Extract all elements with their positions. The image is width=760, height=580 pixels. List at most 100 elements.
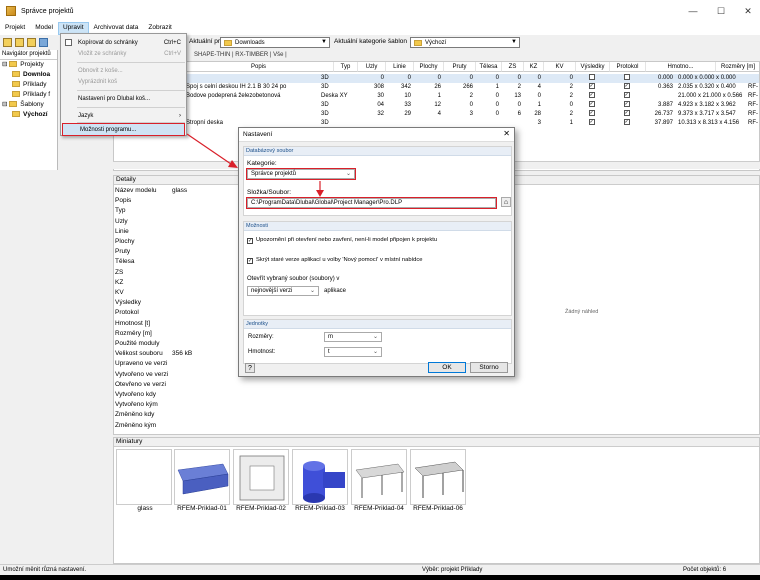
folder-icon	[12, 71, 20, 78]
tree-item-downloads[interactable]: Downloa	[0, 70, 57, 80]
result-checkbox[interactable]: ✓	[588, 119, 595, 126]
window-title: Správce projektů	[21, 7, 74, 15]
folder-field-label: Složka/Soubor:	[247, 189, 292, 196]
category-combo[interactable]: Výchozí ▼	[410, 37, 520, 48]
menu-item-copy[interactable]: Kopírovat do schránky Ctrl+C	[61, 37, 186, 48]
column-header[interactable]: Pruty	[444, 62, 476, 72]
category-select[interactable]: Správce projektů ⌄	[246, 168, 356, 180]
dimensions-select[interactable]: m ⌄	[324, 332, 382, 342]
minimize-button[interactable]: —	[686, 4, 700, 18]
menu-projekt[interactable]: Projekt	[0, 22, 30, 35]
column-header[interactable]: Výsledky	[576, 62, 610, 72]
folder-tree-icon[interactable]	[27, 38, 36, 47]
column-header[interactable]: Protokol	[610, 62, 646, 72]
column-header[interactable]: Tělesa	[476, 62, 502, 72]
result-checkbox[interactable]: ✓	[588, 110, 595, 117]
table-row[interactable]: Spoj s celní deskou IH 2.1 B 30 24 po 3D 3…	[114, 83, 759, 92]
open-version-select[interactable]: nejnovější verzi ⌄	[247, 286, 319, 296]
tree-item-projekty[interactable]: ⊟ Projekty	[0, 60, 57, 70]
result-checkbox[interactable]	[588, 74, 595, 81]
tree-item-sablony[interactable]: ⊟ Šablony	[0, 100, 57, 110]
column-header[interactable]: Typ	[334, 62, 358, 72]
column-header[interactable]: KZ	[524, 62, 544, 72]
thumbnail-rfem-01[interactable]	[174, 449, 230, 505]
column-header[interactable]: ZS	[502, 62, 524, 72]
tree-item-vychozi[interactable]: Výchozí	[0, 110, 57, 120]
status-bar: Umožní měnit různá nastavení. Výběr: pro…	[0, 564, 760, 575]
maximize-button[interactable]: ☐	[714, 4, 728, 18]
open-folder-icon[interactable]	[15, 38, 24, 47]
detail-label: Název modelu	[115, 187, 157, 194]
thumbnail-rfem-06[interactable]	[410, 449, 466, 505]
dialog-close-icon[interactable]: ✕	[503, 129, 510, 138]
table-cell: 13	[514, 93, 521, 99]
close-button[interactable]: ✕	[741, 4, 755, 18]
menu-item-paste[interactable]: Vložit ze schránky Ctrl+V	[61, 48, 186, 59]
status-right: Počet objektů: 6	[683, 567, 727, 573]
thumbnails-title: Miniatury	[114, 438, 759, 447]
menu-item-language[interactable]: Jazyk ›	[61, 110, 186, 121]
detail-row: Změněno kým	[114, 421, 229, 430]
detail-label: ZS	[115, 268, 124, 276]
detail-row: ZS	[114, 268, 229, 277]
column-header[interactable]: Plochy	[414, 62, 444, 72]
table-row[interactable]: Bodove podeprená železobetonová Deska XY 3…	[114, 92, 759, 101]
table-cell: 2	[569, 84, 573, 90]
table-cell: 3D	[321, 111, 329, 117]
thumbnail-glass[interactable]	[116, 449, 172, 505]
table-cell: Deska XY	[321, 93, 348, 99]
thumbnail-label: RFEM-Priklad-04	[354, 505, 404, 512]
folder-path-input[interactable]: C:\ProgramData\Dlubal\Global\Project Man…	[246, 197, 497, 209]
menu-model[interactable]: Model	[30, 22, 58, 35]
menu-item-restore-bin[interactable]: Obnovit z koše...	[61, 65, 186, 76]
mass-select[interactable]: t ⌄	[324, 347, 382, 357]
new-project-icon[interactable]	[3, 38, 12, 47]
table-cell: 2	[517, 84, 521, 90]
column-header[interactable]: Hmotno...	[646, 62, 716, 72]
hide-old-checkbox[interactable]: ✓	[247, 258, 253, 264]
result-checkbox[interactable]: ✓	[588, 83, 595, 90]
help-icon[interactable]: ?	[245, 363, 255, 373]
thumbnail-rfem-02[interactable]	[233, 449, 289, 505]
thumbnail-rfem-03[interactable]	[292, 449, 348, 505]
table-cell: ✓	[576, 92, 610, 101]
settings-icon[interactable]	[39, 38, 48, 47]
project-combo[interactable]: Downloads ▼	[220, 37, 330, 48]
column-header[interactable]: Rozměry [m]	[716, 62, 759, 72]
menu-item-empty-bin[interactable]: Vyprázdnit koš	[61, 76, 186, 87]
result-checkbox[interactable]: ✓	[623, 110, 630, 117]
result-checkbox[interactable]: ✓	[623, 83, 630, 90]
result-checkbox[interactable]: ✓	[623, 92, 630, 99]
column-header[interactable]: Uzly	[358, 62, 386, 72]
result-checkbox[interactable]	[623, 74, 630, 81]
result-checkbox[interactable]: ✓	[623, 119, 630, 126]
column-header[interactable]: Linie	[386, 62, 414, 72]
column-header[interactable]: Popis	[184, 62, 334, 72]
result-checkbox[interactable]: ✓	[588, 101, 595, 108]
chevron-down-icon: ⌄	[372, 349, 378, 355]
table-row[interactable]: 3D 04 33 12 0 0 0 1 0 ✓ ✓ 3.887 4.923 x 3.182 x 3.96…	[114, 101, 759, 110]
thumbnail-rfem-04[interactable]	[351, 449, 407, 505]
menu-item-bin-settings[interactable]: Nastavení pro Dlubal koš...	[61, 93, 186, 104]
column-header[interactable]: KV	[544, 62, 576, 72]
table-cell: 2	[569, 111, 573, 117]
detail-row: Změněno kdy	[114, 410, 229, 419]
table-row[interactable]: 3D 0 0 0 0 0 0 0 0 0.000 0.000 x 0.000 x 0.000	[114, 74, 759, 83]
result-checkbox[interactable]: ✓	[588, 92, 595, 99]
browse-folder-icon[interactable]: ⌂	[501, 197, 511, 207]
result-checkbox[interactable]: ✓	[623, 101, 630, 108]
table-row[interactable]: 3D 32 29 4 3 0 6 28 2 ✓ ✓ 26.737 9.373 x 3.717 x 3.5…	[114, 110, 759, 119]
module-tabs[interactable]: SHAPE-THIN | RX-TIMBER | Vše |	[188, 52, 760, 61]
menu-item-program-options[interactable]: Možnosti programu...	[62, 123, 185, 136]
tree-item-priklady[interactable]: Příklady	[0, 80, 57, 90]
warn-checkbox[interactable]: ✓	[247, 238, 253, 244]
table-cell: 0	[407, 75, 411, 81]
table-cell	[184, 101, 319, 110]
table-cell: 0	[495, 111, 499, 117]
ok-button[interactable]: OK	[428, 362, 466, 373]
tree-item-priklady-f[interactable]: Příklady f	[0, 90, 57, 100]
thumbnail-label: glass	[137, 505, 153, 512]
detail-label: Změněno kým	[115, 421, 157, 429]
folder-icon	[9, 101, 18, 108]
cancel-button[interactable]: Storno	[470, 362, 508, 373]
